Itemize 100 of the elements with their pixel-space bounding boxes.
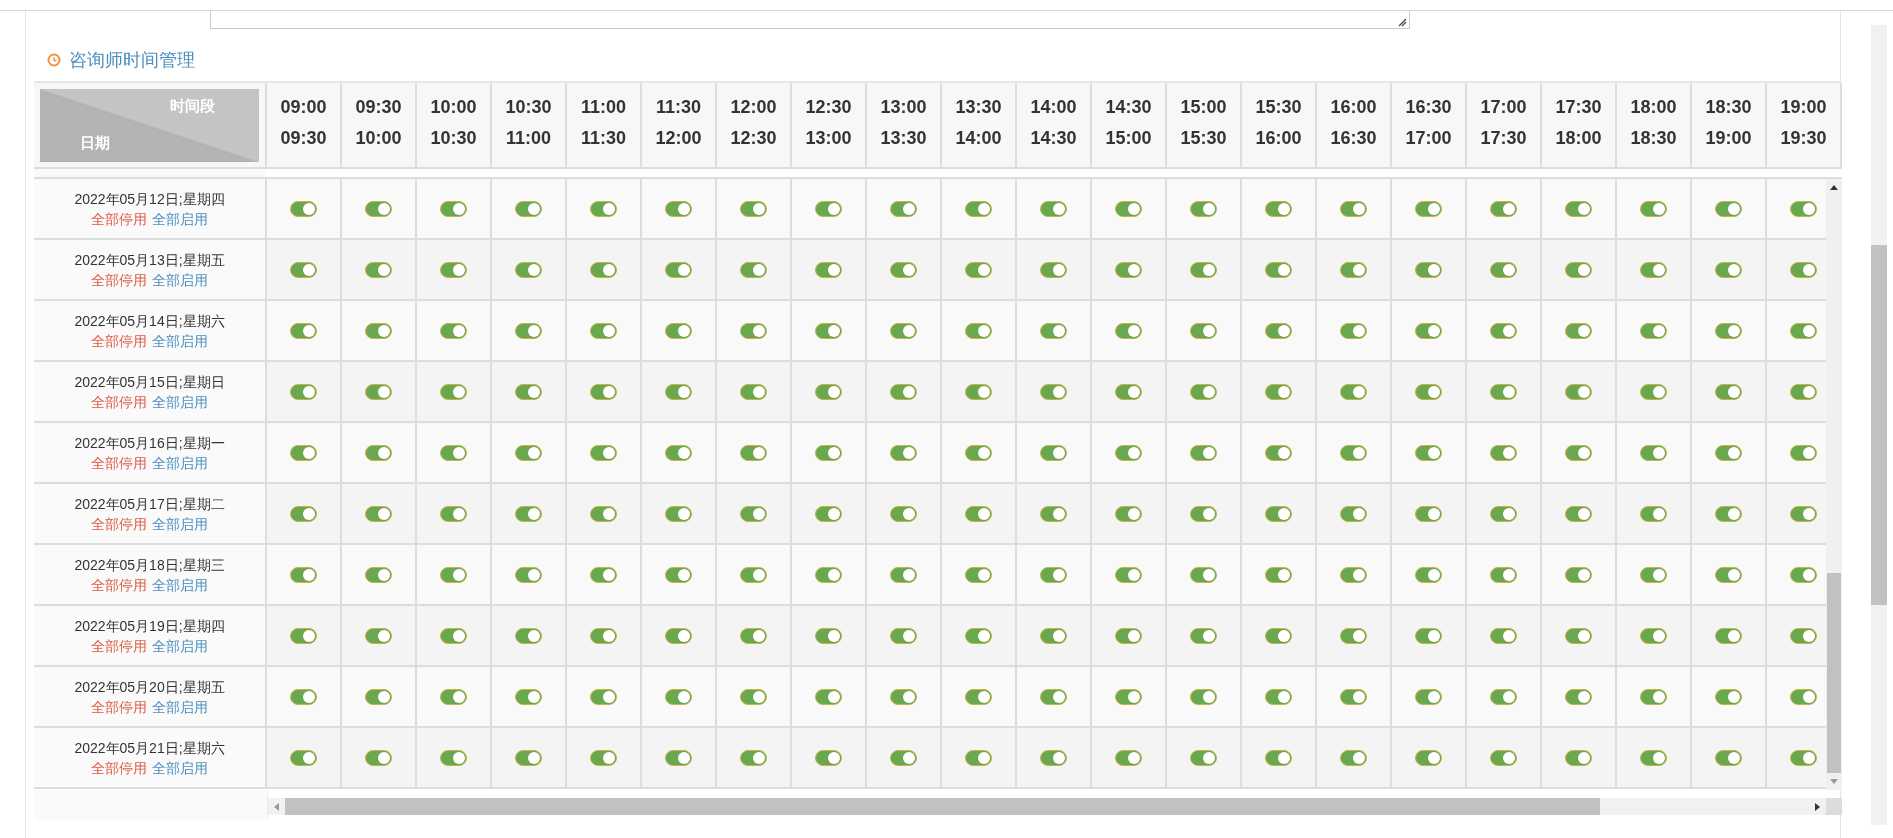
toggle-switch[interactable]	[515, 200, 542, 217]
toggle-switch[interactable]	[1040, 322, 1067, 339]
toggle-switch[interactable]	[890, 261, 917, 278]
toggle-switch[interactable]	[290, 505, 317, 522]
disable-all-link[interactable]: 全部停用	[91, 513, 147, 534]
toggle-switch[interactable]	[665, 566, 692, 583]
toggle-switch[interactable]	[515, 261, 542, 278]
toggle-switch[interactable]	[1490, 749, 1517, 766]
toggle-switch[interactable]	[815, 566, 842, 583]
toggle-switch[interactable]	[1265, 688, 1292, 705]
toggle-switch[interactable]	[1340, 505, 1367, 522]
toggle-switch[interactable]	[1715, 505, 1742, 522]
toggle-switch[interactable]	[1265, 566, 1292, 583]
toggle-switch[interactable]	[290, 444, 317, 461]
disable-all-link[interactable]: 全部停用	[91, 269, 147, 290]
toggle-switch[interactable]	[1565, 383, 1592, 400]
toggle-switch[interactable]	[1040, 200, 1067, 217]
toggle-switch[interactable]	[1790, 261, 1817, 278]
toggle-switch[interactable]	[1415, 627, 1442, 644]
enable-all-link[interactable]: 全部启用	[152, 208, 208, 229]
toggle-switch[interactable]	[1490, 322, 1517, 339]
toggle-switch[interactable]	[965, 383, 992, 400]
toggle-switch[interactable]	[890, 322, 917, 339]
toggle-switch[interactable]	[1265, 627, 1292, 644]
toggle-switch[interactable]	[1790, 505, 1817, 522]
toggle-switch[interactable]	[965, 261, 992, 278]
toggle-switch[interactable]	[1190, 200, 1217, 217]
toggle-switch[interactable]	[290, 200, 317, 217]
toggle-switch[interactable]	[515, 505, 542, 522]
toggle-switch[interactable]	[1190, 322, 1217, 339]
toggle-switch[interactable]	[1340, 566, 1367, 583]
toggle-switch[interactable]	[1340, 383, 1367, 400]
toggle-switch[interactable]	[1115, 566, 1142, 583]
toggle-switch[interactable]	[1190, 383, 1217, 400]
toggle-switch[interactable]	[1565, 322, 1592, 339]
toggle-switch[interactable]	[440, 688, 467, 705]
toggle-switch[interactable]	[1415, 749, 1442, 766]
toggle-switch[interactable]	[1265, 261, 1292, 278]
toggle-switch[interactable]	[665, 627, 692, 644]
toggle-switch[interactable]	[1715, 627, 1742, 644]
toggle-switch[interactable]	[1340, 200, 1367, 217]
toggle-switch[interactable]	[1490, 627, 1517, 644]
toggle-switch[interactable]	[1640, 444, 1667, 461]
toggle-switch[interactable]	[890, 444, 917, 461]
toggle-switch[interactable]	[740, 627, 767, 644]
toggle-switch[interactable]	[1640, 749, 1667, 766]
toggle-switch[interactable]	[1340, 444, 1367, 461]
enable-all-link[interactable]: 全部启用	[152, 757, 208, 778]
toggle-switch[interactable]	[965, 627, 992, 644]
toggle-switch[interactable]	[1040, 688, 1067, 705]
enable-all-link[interactable]: 全部启用	[152, 513, 208, 534]
toggle-switch[interactable]	[1640, 200, 1667, 217]
toggle-switch[interactable]	[740, 505, 767, 522]
toggle-switch[interactable]	[1190, 566, 1217, 583]
toggle-switch[interactable]	[1415, 200, 1442, 217]
enable-all-link[interactable]: 全部启用	[152, 391, 208, 412]
toggle-switch[interactable]	[1190, 749, 1217, 766]
toggle-switch[interactable]	[590, 444, 617, 461]
toggle-switch[interactable]	[890, 505, 917, 522]
disable-all-link[interactable]: 全部停用	[91, 208, 147, 229]
toggle-switch[interactable]	[1115, 444, 1142, 461]
toggle-switch[interactable]	[515, 749, 542, 766]
toggle-switch[interactable]	[1115, 322, 1142, 339]
toggle-switch[interactable]	[590, 688, 617, 705]
toggle-switch[interactable]	[1715, 261, 1742, 278]
toggle-switch[interactable]	[1115, 261, 1142, 278]
toggle-switch[interactable]	[815, 749, 842, 766]
toggle-switch[interactable]	[1040, 383, 1067, 400]
toggle-switch[interactable]	[965, 322, 992, 339]
toggle-switch[interactable]	[1790, 322, 1817, 339]
toggle-switch[interactable]	[1115, 200, 1142, 217]
toggle-switch[interactable]	[1040, 261, 1067, 278]
toggle-switch[interactable]	[1115, 749, 1142, 766]
toggle-switch[interactable]	[1115, 383, 1142, 400]
toggle-switch[interactable]	[590, 505, 617, 522]
toggle-switch[interactable]	[1265, 322, 1292, 339]
toggle-switch[interactable]	[365, 261, 392, 278]
toggle-switch[interactable]	[1190, 444, 1217, 461]
toggle-switch[interactable]	[815, 383, 842, 400]
toggle-switch[interactable]	[815, 322, 842, 339]
toggle-switch[interactable]	[1715, 383, 1742, 400]
toggle-switch[interactable]	[1190, 627, 1217, 644]
toggle-switch[interactable]	[515, 688, 542, 705]
toggle-switch[interactable]	[1640, 322, 1667, 339]
toggle-switch[interactable]	[1040, 505, 1067, 522]
toggle-switch[interactable]	[1715, 200, 1742, 217]
toggle-switch[interactable]	[515, 322, 542, 339]
toggle-switch[interactable]	[665, 322, 692, 339]
toggle-switch[interactable]	[1790, 200, 1817, 217]
toggle-switch[interactable]	[365, 383, 392, 400]
toggle-switch[interactable]	[1490, 505, 1517, 522]
toggle-switch[interactable]	[1040, 444, 1067, 461]
toggle-switch[interactable]	[1115, 505, 1142, 522]
toggle-switch[interactable]	[1640, 261, 1667, 278]
toggle-switch[interactable]	[440, 566, 467, 583]
toggle-switch[interactable]	[1565, 688, 1592, 705]
toggle-switch[interactable]	[515, 444, 542, 461]
toggle-switch[interactable]	[1640, 688, 1667, 705]
toggle-switch[interactable]	[1790, 627, 1817, 644]
toggle-switch[interactable]	[290, 749, 317, 766]
